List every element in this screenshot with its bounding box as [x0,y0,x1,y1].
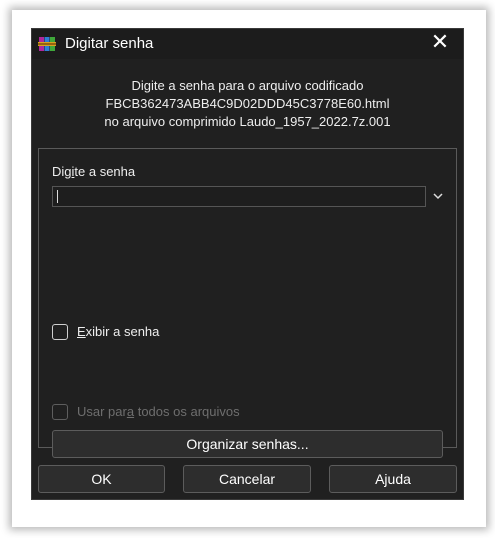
use-for-all-label[interactable]: Usar para todos os arquivos [77,404,240,419]
cancel-button[interactable]: Cancelar [183,465,311,493]
close-icon: ✕ [430,30,450,55]
winrar-books-icon [38,37,56,51]
archive-info: Digite a senha para o arquivo codificado… [32,77,463,131]
info-line-1: Digite a senha para o arquivo codificado [131,78,364,93]
text-cursor [57,190,58,203]
password-input[interactable] [52,186,426,207]
password-dialog: Digitar senha ✕ Digite a senha para o ar… [31,28,464,500]
dialog-title: Digitar senha [65,35,154,52]
chevron-down-icon[interactable] [429,187,447,205]
help-button[interactable]: Ajuda [329,465,457,493]
password-label: Digite a senha [52,164,136,179]
ok-button[interactable]: OK [38,465,165,493]
password-group: Digite a senha Exibir a senha Usar para … [38,148,457,458]
show-password-checkbox[interactable] [52,324,68,340]
close-button[interactable]: ✕ [417,29,463,59]
show-password-label[interactable]: Exibir a senha [77,324,159,339]
use-for-all-checkbox[interactable] [52,404,68,420]
encrypted-file-name: FBCB362473ABB4C9D02DDD45C3778E60.html [105,96,390,111]
organize-passwords-button[interactable]: Organizar senhas... [52,430,443,458]
title-bar[interactable]: Digitar senha ✕ [32,29,463,59]
archive-name-line: no arquivo comprimido Laudo_1957_2022.7z… [104,114,391,129]
